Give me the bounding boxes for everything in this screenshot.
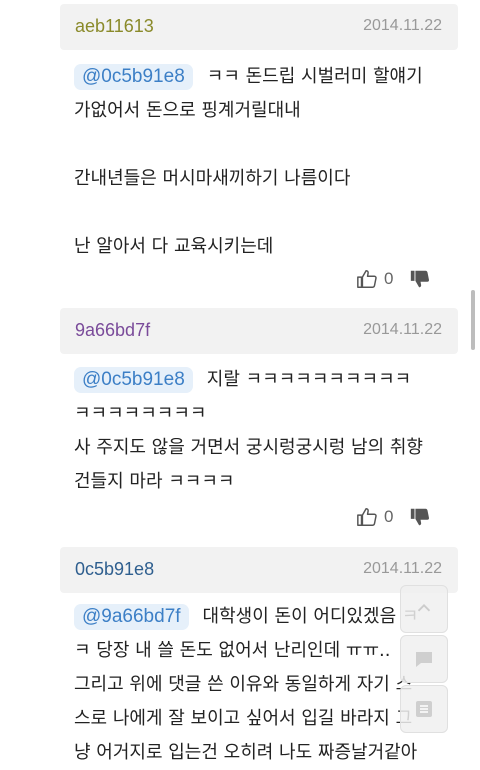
mention-tag[interactable]: @0c5b91e8 [74,64,193,90]
comment-date: 2014.11.22 [363,17,442,34]
comment-author[interactable]: 9a66bd7f [75,320,150,341]
mention-tag[interactable]: @0c5b91e8 [74,367,193,393]
comment-author[interactable]: 0c5b91e8 [75,559,154,580]
mention-tag[interactable]: @9a66bd7f [74,604,189,630]
thumbs-up-icon[interactable] [356,268,378,290]
comment-date: 2014.11.22 [363,321,442,338]
floating-top-button[interactable] [400,585,448,633]
comment-line: 그리고 위에 댓글 쓴 이유와 동일하게 자기 스 [74,674,413,695]
comment-line: ㅋㅋㅋㅋㅋㅋㅋㅋ [74,403,207,424]
thumbs-down-icon[interactable] [409,506,431,528]
vote-bar: 0 [356,503,456,531]
comment-line: 대학생이 돈이 어디있겠음 ㅋ [202,606,419,627]
comment-line: 사 주지도 않을 거면서 궁시렁궁시렁 남의 취향 [74,437,423,458]
upvote-count: 0 [384,507,394,526]
comment-body: @0c5b91e8 ㅋㅋ 돈드립 시벌러미 할얘기 가없어서 돈으로 핑계거릴대내… [74,60,454,264]
comment-author[interactable]: aeb11613 [75,16,154,37]
vote-bar: 0 [356,265,456,293]
comment-line: ㅋㅋ 돈드립 시벌러미 할얘기 [206,66,423,87]
comment-line: 냥 어거지로 입는건 오히려 나도 짜증날거같아 [74,742,418,763]
comment-body: @9a66bd7f 대학생이 돈이 어디있겠음 ㅋ ㅋ 당장 내 쓸 돈도 없어서… [74,600,454,770]
comment-line: 건들지 마라 ㅋㅋㅋㅋ [74,471,235,492]
floating-chat-button[interactable] [400,635,448,683]
comment-line: 난 알아서 다 교육시키는데 [74,236,274,257]
comment-header: 9a66bd7f 2014.11.22 [60,308,458,354]
comment-line: 지랄 ㅋㅋㅋㅋㅋㅋㅋㅋㅋㅋ [206,369,412,390]
comment-line: ㅋ 당장 내 쓸 돈도 없어서 난리인데 ㅠㅠ.. [74,640,391,661]
comment-body: @0c5b91e8 지랄 ㅋㅋㅋㅋㅋㅋㅋㅋㅋㅋ ㅋㅋㅋㅋㅋㅋㅋㅋ 사 주지도 않을… [74,363,454,499]
comment-line: 스로 나에게 잘 보이고 싶어서 입길 바라지 그 [74,708,413,729]
upvote-count: 0 [384,269,394,288]
scrollbar[interactable] [471,290,475,350]
thumbs-up-icon[interactable] [356,506,378,528]
comment-header: aeb11613 2014.11.22 [60,4,458,50]
arrow-up-icon [417,604,431,612]
thumbs-down-icon[interactable] [409,268,431,290]
chat-bubble-icon [416,652,432,667]
floating-list-button[interactable] [400,685,448,733]
comment-header: 0c5b91e8 2014.11.22 [60,547,458,593]
comment-line: 가없어서 돈으로 핑계거릴대내 [74,100,301,121]
list-icon [416,701,432,717]
comment-date: 2014.11.22 [363,560,442,577]
comment-line: 간내년들은 머시마새끼하기 나름이다 [74,168,351,189]
